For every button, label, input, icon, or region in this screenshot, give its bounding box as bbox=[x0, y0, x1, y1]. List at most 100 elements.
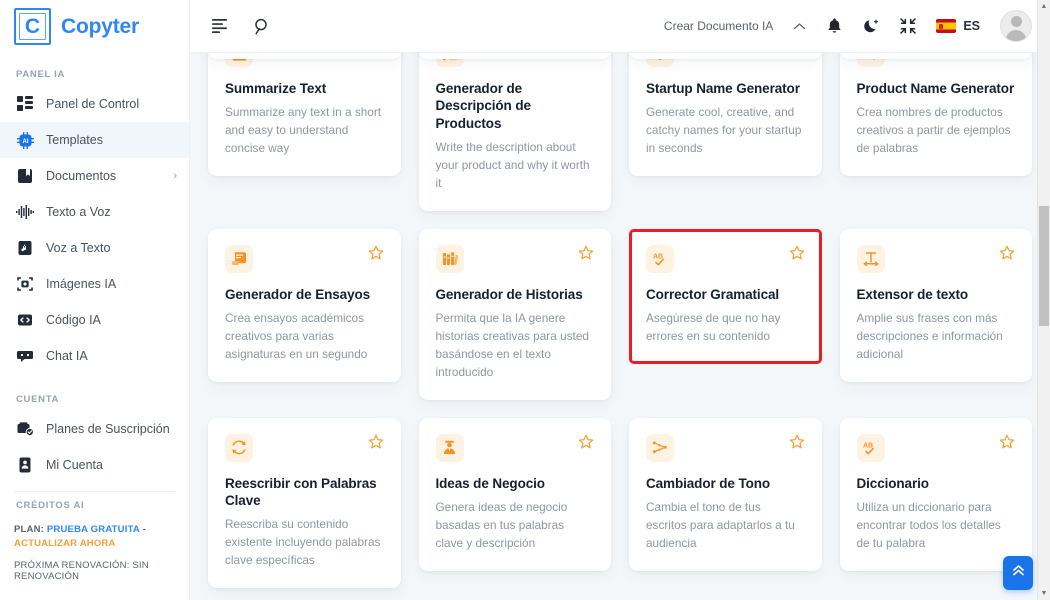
card-description: Amplie sus frases con más descripciones … bbox=[856, 310, 1003, 361]
template-card[interactable]: Ideas de Negocio Genera ideas de negocio… bbox=[418, 417, 611, 571]
card-header bbox=[856, 53, 1016, 67]
language-selector[interactable]: ES bbox=[936, 19, 980, 33]
text-expand-icon bbox=[856, 244, 885, 273]
card-header bbox=[435, 53, 595, 67]
template-card[interactable]: Generador de Historias Permita que la IA… bbox=[418, 228, 611, 400]
template-card[interactable]: Generador de Ensayos Crea ensayos académ… bbox=[208, 228, 401, 382]
favorite-star-icon[interactable] bbox=[789, 53, 805, 59]
sidebar-section-heading-cuenta: CUENTA bbox=[16, 394, 60, 405]
sidebar-item-planes-de-suscripcion[interactable]: Planes de Suscripción bbox=[0, 411, 189, 447]
template-card-highlighted[interactable]: AB Corrector Gramatical Asegúrese de que… bbox=[629, 228, 822, 364]
scrollbar-down-arrow[interactable]: ▼ bbox=[1038, 587, 1050, 600]
sidebar-item-mi-cuenta[interactable]: Mi Cuenta bbox=[0, 447, 189, 483]
moon-icon[interactable] bbox=[863, 18, 880, 35]
favorite-star-icon[interactable] bbox=[789, 245, 805, 265]
template-card[interactable]: AB Diccionario Utiliza un diccionario pa… bbox=[839, 417, 1032, 571]
chevron-up-icon[interactable] bbox=[793, 22, 806, 31]
card-header bbox=[435, 244, 595, 273]
checklist-icon bbox=[435, 53, 464, 67]
subscription-icon bbox=[16, 420, 34, 438]
favorite-star-icon[interactable] bbox=[368, 434, 384, 454]
audio-file-icon bbox=[16, 239, 34, 257]
avatar-body bbox=[1006, 30, 1026, 41]
sidebar-item-imagenes-ia[interactable]: Imágenes IA bbox=[0, 266, 189, 302]
brand-mark-letter: C bbox=[24, 15, 41, 38]
favorite-star-icon[interactable] bbox=[999, 245, 1015, 265]
avatar-head bbox=[1010, 16, 1022, 27]
language-label: ES bbox=[963, 19, 980, 33]
sidebar-item-voz-a-texto[interactable]: Voz a Texto bbox=[0, 230, 189, 266]
card-title: Corrector Gramatical bbox=[646, 286, 780, 302]
sidebar-item-label: Imágenes IA bbox=[46, 277, 117, 291]
page-scrollbar[interactable]: ▲ ▼ bbox=[1037, 0, 1050, 600]
card-header: AB bbox=[856, 433, 1016, 462]
favorite-star-icon[interactable] bbox=[578, 53, 594, 59]
sidebar-item-documentos[interactable]: Documentos › bbox=[0, 158, 189, 194]
svg-text:AB: AB bbox=[863, 442, 873, 449]
sidebar-item-label: Templates bbox=[46, 133, 103, 147]
spellcheck-icon: AB bbox=[856, 433, 885, 462]
sidebar-item-label: Texto a Voz bbox=[46, 205, 111, 219]
product-box-icon bbox=[856, 53, 885, 67]
sidebar-item-label: Planes de Suscripción bbox=[46, 422, 170, 436]
card-title: Extensor de texto bbox=[856, 286, 969, 302]
account-icon bbox=[16, 456, 34, 474]
template-card[interactable]: Startup Name Generator Generate cool, cr… bbox=[629, 53, 822, 177]
sidebar-item-label: Voz a Texto bbox=[46, 241, 111, 255]
template-card[interactable]: Cambiador de Tono Cambia el tono de tus … bbox=[629, 417, 822, 571]
plan-renewal-line: PRÓXIMA RENOVACIÓN: SIN RENOVACIÓN bbox=[14, 559, 149, 582]
sidebar-item-texto-a-voz[interactable]: Texto a Voz bbox=[0, 194, 189, 230]
template-card[interactable]: Extensor de texto Amplie sus frases con … bbox=[839, 228, 1032, 382]
plan-separator: - bbox=[142, 524, 147, 535]
plan-status-line: PLAN: PRUEBA GRATUITA - ACTUALIZAR AHORA bbox=[14, 523, 175, 551]
card-header bbox=[435, 433, 595, 462]
refresh-icon bbox=[225, 433, 253, 462]
tone-icon bbox=[646, 433, 674, 462]
favorite-star-icon[interactable] bbox=[368, 245, 384, 265]
avatar[interactable] bbox=[1000, 10, 1032, 42]
brand-logo-area[interactable]: C Copyter bbox=[0, 0, 189, 53]
search-icon[interactable] bbox=[254, 18, 271, 35]
card-header bbox=[225, 433, 384, 462]
sidebar-item-chat-ia[interactable]: Chat IA bbox=[0, 338, 189, 374]
card-header bbox=[646, 53, 805, 67]
sidebar: C Copyter PANEL IA Panel de Control AI T… bbox=[0, 0, 190, 600]
sidebar-item-codigo-ia[interactable]: Código IA bbox=[0, 302, 189, 338]
card-title: Generador de Ensayos bbox=[225, 286, 371, 302]
image-icon bbox=[16, 275, 34, 293]
favorite-star-icon[interactable] bbox=[789, 434, 805, 454]
spellcheck-icon: AB bbox=[646, 244, 674, 273]
topbar-left-controls bbox=[212, 18, 271, 35]
template-card[interactable]: Reescribir con Palabras Clave Reescriba … bbox=[208, 417, 401, 588]
plan-upgrade-link[interactable]: ACTUALIZAR AHORA bbox=[14, 538, 116, 549]
template-card[interactable]: Product Name Generator Crea nombres de p… bbox=[839, 53, 1032, 177]
code-icon bbox=[16, 311, 34, 329]
favorite-star-icon[interactable] bbox=[578, 245, 594, 265]
card-title: Startup Name Generator bbox=[646, 81, 800, 96]
card-description: Asegúrese de que no hay errores en su co… bbox=[646, 310, 781, 343]
favorite-star-icon[interactable] bbox=[578, 434, 594, 454]
dashboard-icon bbox=[16, 95, 34, 113]
favorite-star-icon[interactable] bbox=[368, 53, 384, 59]
sidebar-item-templates[interactable]: AI Templates bbox=[0, 122, 189, 158]
card-title: Diccionario bbox=[856, 475, 930, 491]
favorite-star-icon[interactable] bbox=[999, 434, 1015, 454]
template-card[interactable]: Summarize Text Summarize any text in a s… bbox=[208, 53, 401, 177]
brand-name: Copyter bbox=[61, 14, 139, 38]
sidebar-item-panel-de-control[interactable]: Panel de Control bbox=[0, 86, 189, 122]
scroll-to-top-button[interactable] bbox=[1003, 556, 1033, 590]
card-description: Write the description about your product… bbox=[435, 139, 590, 190]
fullscreen-icon[interactable] bbox=[900, 18, 917, 34]
create-document-link[interactable]: Crear Documento IA bbox=[664, 19, 773, 33]
lightbulb-icon bbox=[646, 53, 674, 67]
favorite-star-icon[interactable] bbox=[999, 53, 1015, 59]
template-card[interactable]: Generador de Descripción de Productos Wr… bbox=[418, 53, 611, 211]
scrollbar-thumb[interactable] bbox=[1039, 206, 1049, 326]
sidebar-item-label: Panel de Control bbox=[46, 97, 140, 111]
scrollbar-up-arrow[interactable]: ▲ bbox=[1038, 0, 1050, 13]
document-icon bbox=[16, 167, 34, 185]
bell-icon[interactable] bbox=[826, 17, 843, 35]
menu-icon[interactable] bbox=[212, 19, 230, 33]
card-title: Generador de Historias bbox=[435, 286, 583, 302]
card-title: Summarize Text bbox=[225, 81, 327, 96]
